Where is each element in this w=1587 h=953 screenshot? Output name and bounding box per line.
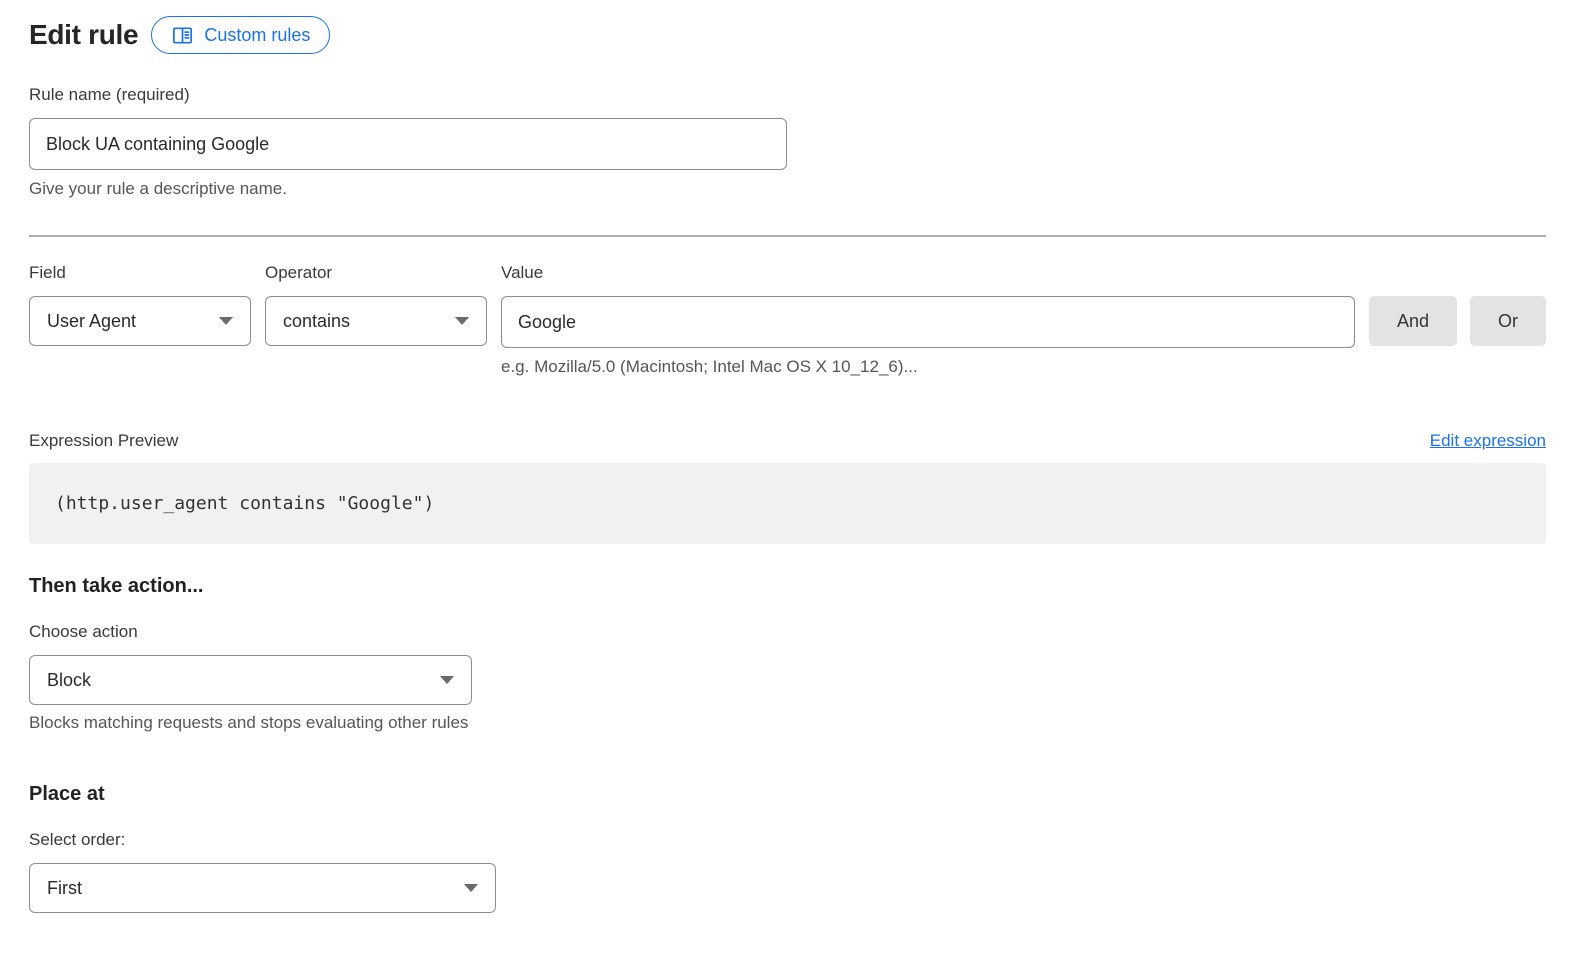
expression-section: Expression Preview Edit expression (http… bbox=[29, 431, 1546, 544]
chevron-down-icon bbox=[455, 317, 469, 325]
value-helper: e.g. Mozilla/5.0 (Macintosh; Intel Mac O… bbox=[501, 357, 1355, 377]
order-select-value: First bbox=[47, 878, 82, 899]
action-section-heading: Then take action... bbox=[29, 575, 1546, 598]
value-input[interactable] bbox=[501, 296, 1355, 348]
operator-label: Operator bbox=[265, 263, 487, 283]
field-select[interactable]: User Agent bbox=[29, 296, 251, 346]
field-select-value: User Agent bbox=[47, 311, 136, 332]
chevron-down-icon bbox=[440, 676, 454, 684]
operator-select-value: contains bbox=[283, 311, 350, 332]
expression-code-block: (http.user_agent contains "Google") bbox=[29, 463, 1546, 544]
page-header: Edit rule Custom rules bbox=[29, 16, 1546, 54]
order-select[interactable]: First bbox=[29, 863, 496, 913]
place-at-heading: Place at bbox=[29, 783, 1546, 806]
rule-name-label: Rule name (required) bbox=[29, 85, 1546, 105]
custom-rules-label: Custom rules bbox=[204, 25, 310, 46]
rule-name-group: Rule name (required) Give your rule a de… bbox=[29, 85, 1546, 199]
action-helper: Blocks matching requests and stops evalu… bbox=[29, 713, 1546, 733]
value-column: Value e.g. Mozilla/5.0 (Macintosh; Intel… bbox=[501, 263, 1355, 377]
expression-preview-label: Expression Preview bbox=[29, 431, 178, 451]
open-book-icon bbox=[171, 24, 194, 47]
section-divider bbox=[29, 235, 1546, 237]
select-order-label: Select order: bbox=[29, 830, 1546, 850]
value-label: Value bbox=[501, 263, 1355, 283]
chevron-down-icon bbox=[464, 884, 478, 892]
action-select[interactable]: Block bbox=[29, 655, 472, 705]
operator-column: Operator contains bbox=[265, 263, 487, 346]
chevron-down-icon bbox=[219, 317, 233, 325]
edit-expression-link[interactable]: Edit expression bbox=[1430, 431, 1546, 451]
and-button[interactable]: And bbox=[1369, 296, 1457, 346]
operator-select[interactable]: contains bbox=[265, 296, 487, 346]
action-select-value: Block bbox=[47, 670, 91, 691]
page-title: Edit rule bbox=[29, 19, 138, 51]
custom-rules-docs-button[interactable]: Custom rules bbox=[151, 16, 330, 54]
field-label: Field bbox=[29, 263, 251, 283]
field-column: Field User Agent bbox=[29, 263, 251, 346]
rule-name-helper: Give your rule a descriptive name. bbox=[29, 179, 1546, 199]
condition-row: Field User Agent Operator contains Value… bbox=[29, 263, 1546, 377]
rule-name-input[interactable] bbox=[29, 118, 787, 170]
and-or-buttons: And Or bbox=[1369, 296, 1546, 346]
or-button[interactable]: Or bbox=[1470, 296, 1546, 346]
choose-action-label: Choose action bbox=[29, 622, 1546, 642]
edit-rule-page: Edit rule Custom rules Rule name (requir… bbox=[0, 0, 1587, 953]
expression-header: Expression Preview Edit expression bbox=[29, 431, 1546, 451]
